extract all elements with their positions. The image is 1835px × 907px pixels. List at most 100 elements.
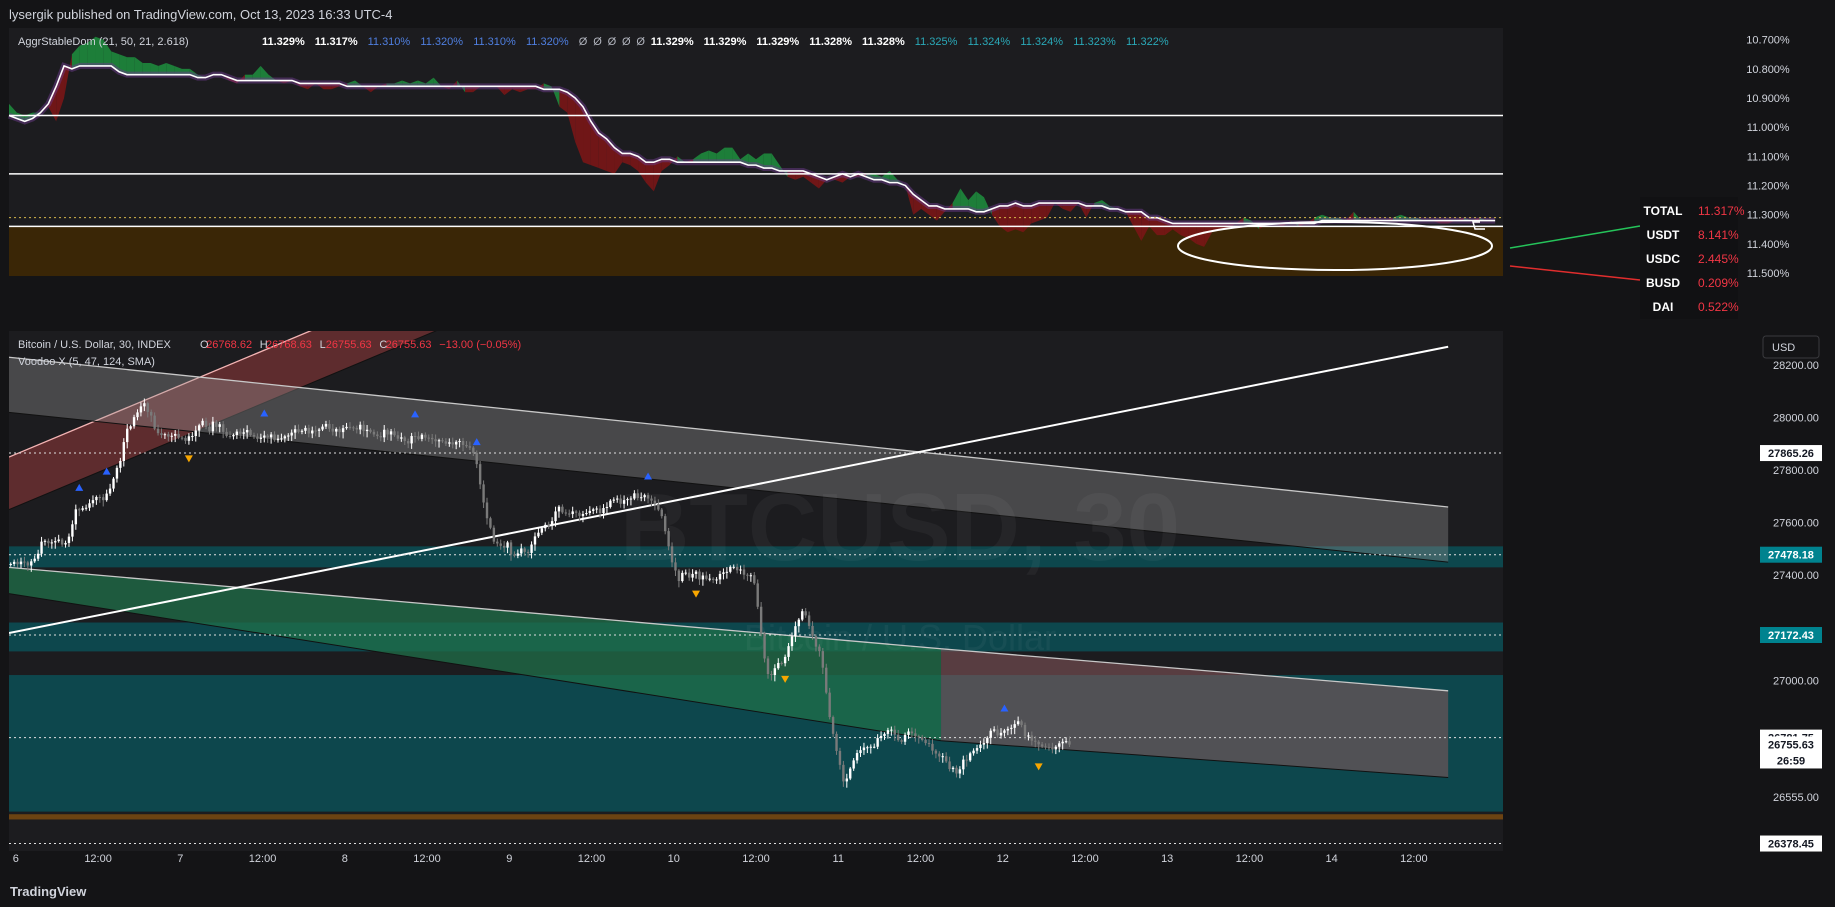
oscillator-y-tick: 10.900% <box>1746 93 1790 105</box>
candle-body <box>691 573 694 578</box>
candle-body <box>729 566 732 572</box>
candle-body <box>927 743 931 745</box>
candle-body <box>211 421 215 432</box>
candle-body <box>269 434 273 438</box>
time-x-tick: 12:00 <box>413 853 441 865</box>
oscillator-y-tick: 11.200% <box>1747 181 1790 193</box>
candle-body <box>1061 741 1064 744</box>
candle-body <box>975 748 979 751</box>
candle-body <box>499 543 502 546</box>
ohlc-value: 26768.63 <box>266 339 312 351</box>
chart-canvas[interactable]: TOTAL 11.317% USDT 8.141% USDC 2.445% BUSD 0.20… <box>0 0 1835 907</box>
candle-body <box>160 433 163 435</box>
candle-body <box>19 561 23 565</box>
candle-body <box>1064 741 1068 743</box>
candle-body <box>629 498 633 500</box>
candle-body <box>1016 721 1020 725</box>
candle-body <box>413 436 417 438</box>
candle-body <box>338 428 341 433</box>
voodoo-indicator-label: Voodoo X (5, 47, 124, SMA) <box>18 356 155 368</box>
candle-body <box>687 572 691 578</box>
candle-body <box>787 646 790 657</box>
candle-body <box>153 415 156 429</box>
candle-body <box>801 611 804 620</box>
candle-body <box>1023 724 1027 737</box>
candle-body <box>163 434 167 436</box>
candle-body <box>383 429 386 438</box>
candle-body <box>821 651 825 668</box>
candle-body <box>1030 735 1034 741</box>
candle-body <box>958 769 962 774</box>
candle-body <box>266 435 269 438</box>
candle-body <box>643 495 646 498</box>
candle-body <box>376 434 379 437</box>
candle-body <box>742 569 746 575</box>
time-x-tick: 6 <box>13 853 19 865</box>
candle-body <box>132 417 136 427</box>
candle-body <box>492 527 496 542</box>
candle-body <box>249 430 252 435</box>
candle-body <box>475 452 478 465</box>
oscillator-header-value: 11.328% <box>862 36 905 48</box>
candle-body <box>849 768 852 779</box>
candle-body <box>472 447 475 453</box>
candle-body <box>968 753 972 761</box>
candle-body <box>636 493 639 499</box>
oscillator-header-value: Ø <box>622 36 631 48</box>
candle-body <box>523 548 526 552</box>
legend-row-value: 8.141% <box>1698 228 1739 242</box>
candle-body <box>458 441 461 443</box>
candle-body <box>759 606 763 634</box>
candle-body <box>232 435 235 437</box>
candle-body <box>208 426 211 432</box>
candle-body <box>701 575 705 580</box>
oscillator-header-value: Ø <box>593 36 602 48</box>
oscillator-y-tick: 11.400% <box>1747 239 1790 251</box>
candle-body <box>989 730 992 738</box>
candle-body <box>311 430 314 434</box>
candle-body <box>348 426 352 428</box>
candle-body <box>355 427 358 430</box>
candle-body <box>879 735 883 739</box>
price-pane: BTCUSD, 30 Bitcoin / U.S. Dollar <box>9 331 1503 851</box>
candle-body <box>352 427 355 429</box>
oscillator-header-value: 11.325% <box>915 36 958 48</box>
candle-body <box>862 747 866 751</box>
candle-body <box>766 658 770 674</box>
candle-body <box>78 509 81 511</box>
oscillator-header-value: 11.329% <box>704 36 747 48</box>
candle-body <box>972 750 975 754</box>
candle-body <box>215 421 218 427</box>
candle-body <box>828 692 831 718</box>
candle-body <box>396 435 400 439</box>
candle-body <box>670 546 674 563</box>
oscillator-y-tick: 11.500% <box>1747 268 1790 280</box>
time-x-tick: 12:00 <box>1400 853 1428 865</box>
tradingview-logo[interactable]: TradingView <box>10 884 86 899</box>
time-x-tick: 14 <box>1326 853 1338 865</box>
candle-body <box>451 442 454 445</box>
candle-body <box>653 500 657 505</box>
candle-body <box>437 440 441 442</box>
candle-body <box>156 428 160 434</box>
candle-body <box>890 729 893 731</box>
candle-body <box>235 431 239 435</box>
time-x-tick: 12:00 <box>1236 853 1264 865</box>
candle-body <box>369 429 372 432</box>
candle-body <box>293 429 297 433</box>
oscillator-header-value: Ø <box>579 36 588 48</box>
ohlc-value: 26768.62 <box>206 339 252 351</box>
time-x-tick: 12 <box>997 853 1009 865</box>
candle-body <box>698 571 701 580</box>
candle-body <box>187 436 191 441</box>
candle-body <box>667 531 670 547</box>
candle-body <box>537 532 540 537</box>
price-y-tick: 26555.00 <box>1773 792 1819 804</box>
candle-body <box>616 498 619 500</box>
candle-body <box>60 539 64 545</box>
candle-body <box>756 583 759 607</box>
oscillator-header-value: 11.317% <box>315 36 358 48</box>
candle-body <box>119 461 122 468</box>
symbol-watermark: BTCUSD, 30 <box>620 474 1180 581</box>
candle-body <box>263 435 266 438</box>
